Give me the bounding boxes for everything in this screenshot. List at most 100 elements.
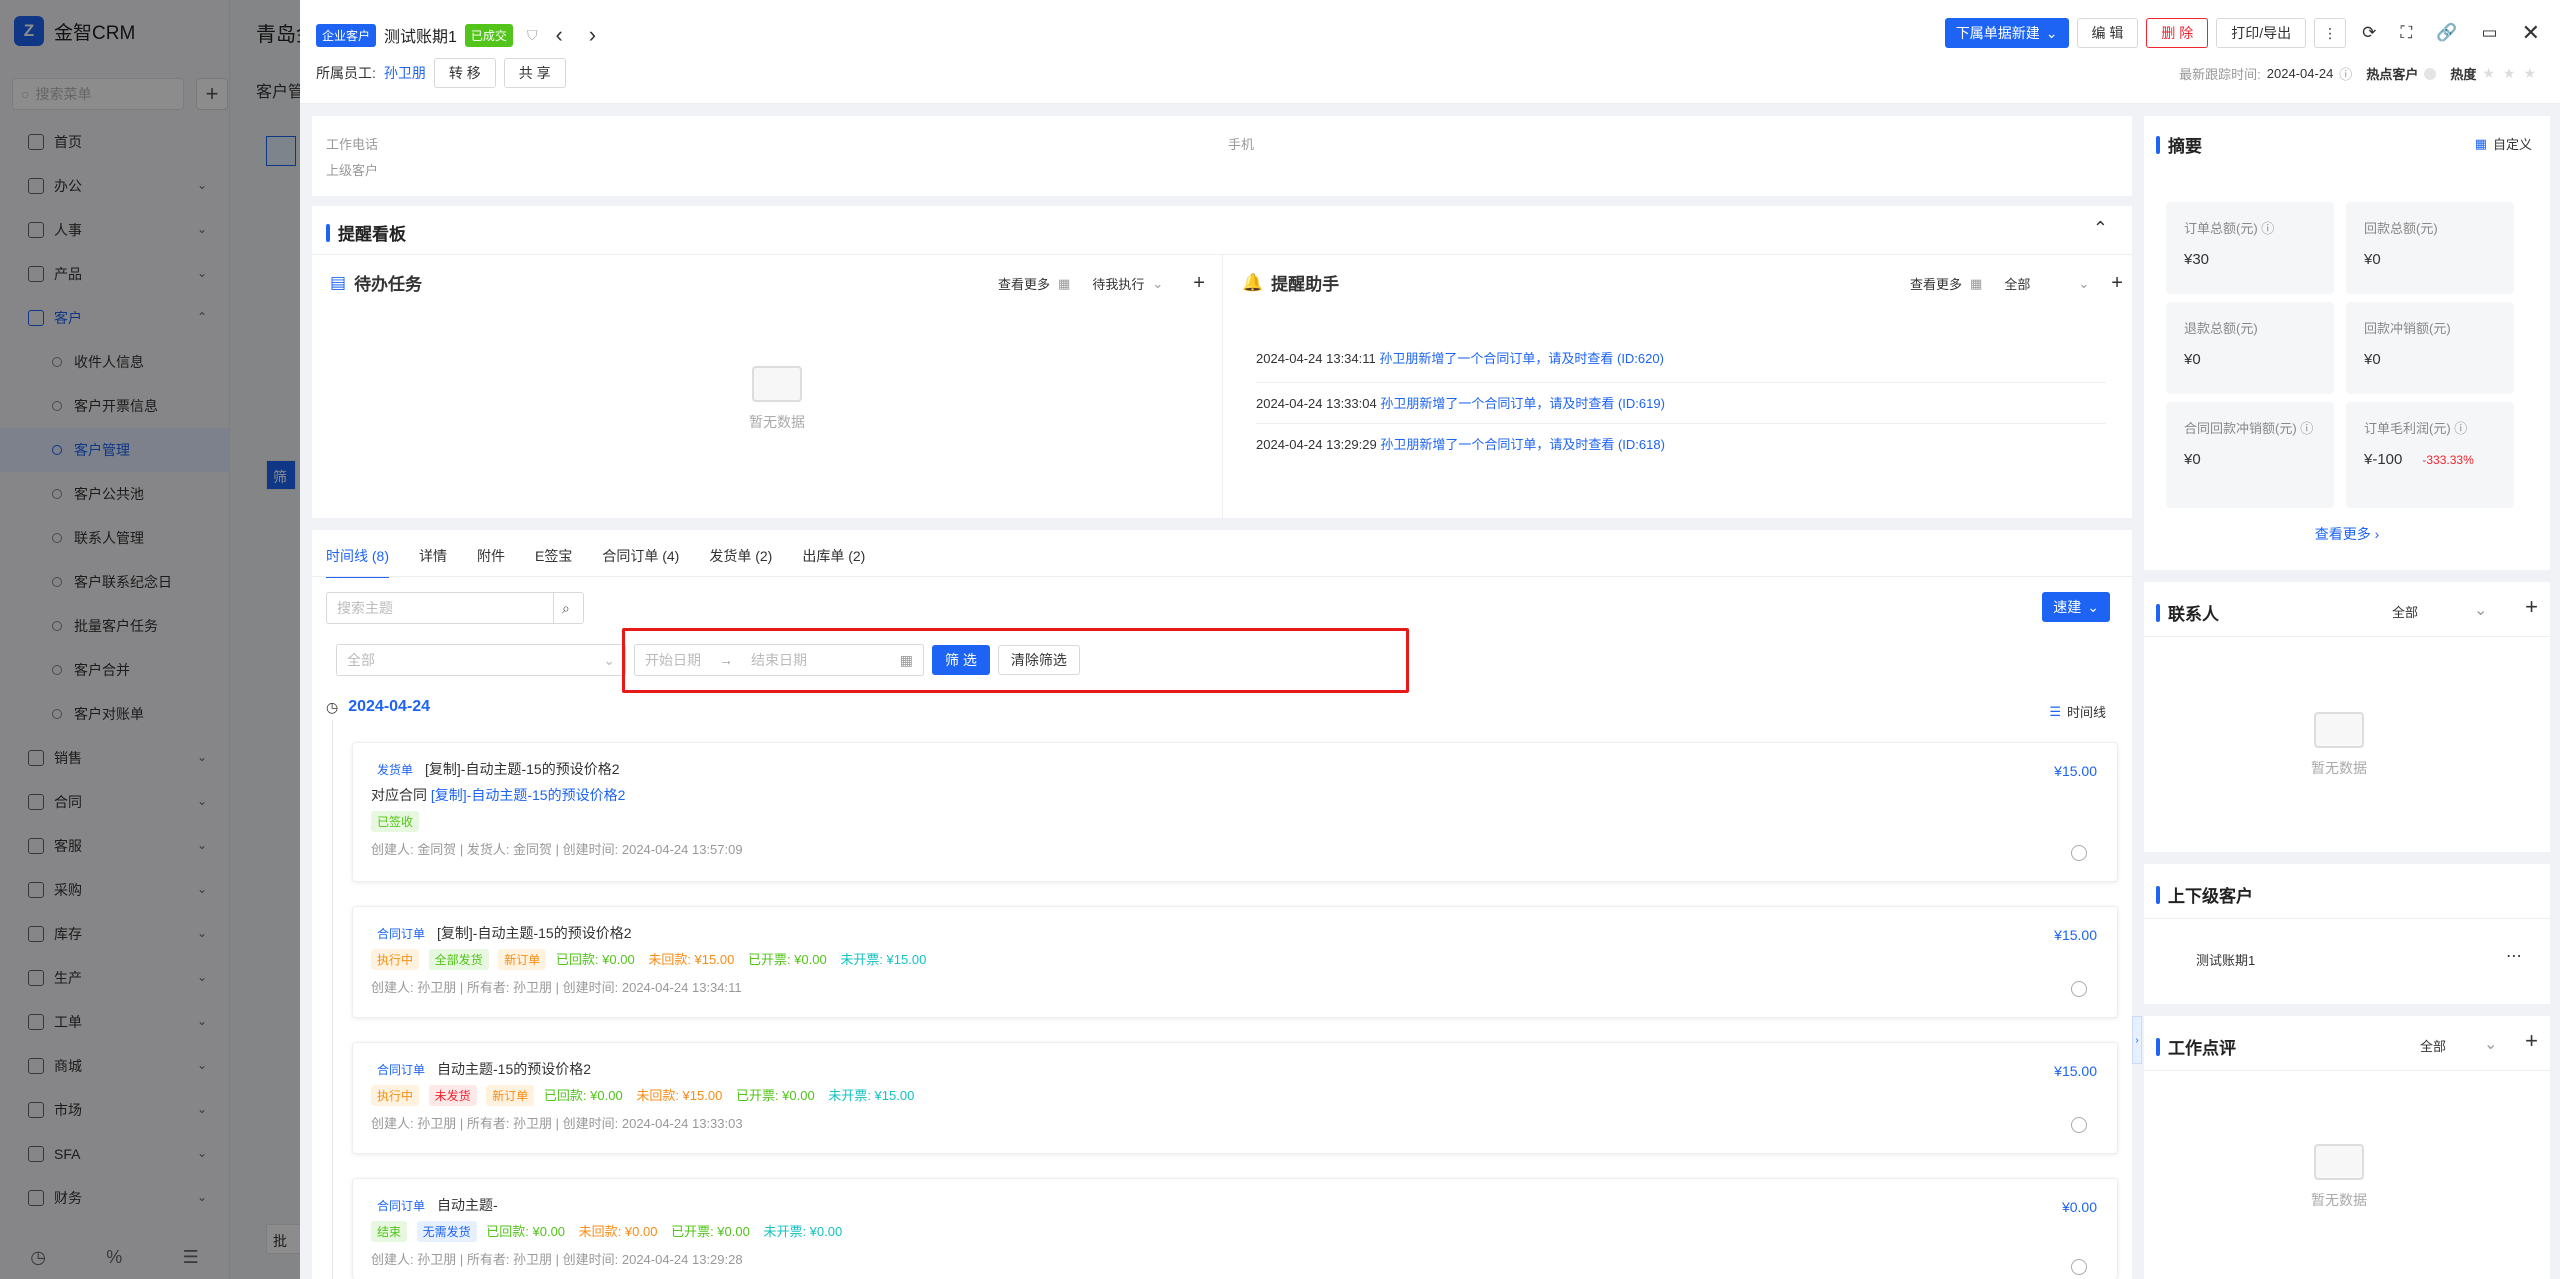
stat-value: ¥0: [2364, 351, 2381, 368]
add-contact-icon[interactable]: +: [2525, 594, 2538, 620]
chevron-down-icon: ⌄: [2078, 275, 2090, 291]
link-icon[interactable]: 🔗: [2436, 23, 2457, 43]
help-icon: ⓘ: [2339, 67, 2353, 82]
timeline-search: 搜索主题 ⌕: [326, 592, 584, 624]
chevron-right-icon: ›: [2374, 526, 2380, 542]
stat-value: ¥-100: [2364, 451, 2403, 468]
tab-esign[interactable]: E签宝: [535, 546, 572, 578]
contacts-empty-label: 暂无数据: [2311, 760, 2367, 776]
shield-icon[interactable]: ⛉: [527, 27, 538, 44]
fullscreen-icon[interactable]: ⛶: [2400, 23, 2412, 43]
assistant-filter-select[interactable]: 全部: [2004, 274, 2030, 293]
timeline-item[interactable]: 合同订单 [复制]-自动主题-15的预设价格2 执行中 全部发货 新订单 已回款:…: [352, 906, 2118, 1018]
timeline-item[interactable]: 合同订单 自动主题-15的预设价格2 执行中 未发货 新订单 已回款: ¥0.00…: [352, 1042, 2118, 1154]
comments-title: 工作点评: [2156, 1034, 2236, 1059]
contacts-filter-select[interactable]: 全部: [2392, 602, 2418, 621]
timeline-item[interactable]: 发货单 [复制]-自动主题-15的预设价格2 对应合同 [复制]-自动主题-15的…: [352, 742, 2118, 882]
topic-search-input[interactable]: 搜索主题: [326, 592, 554, 624]
item-title[interactable]: 自动主题-15的预设价格2: [437, 1061, 591, 1077]
type-select[interactable]: 全部 ⌄: [336, 644, 626, 676]
stat-label: 订单毛利润(元): [2364, 421, 2451, 436]
todo-header: ▤ 待办任务: [330, 270, 422, 295]
help-icon: ⓘ: [2454, 421, 2468, 436]
refresh-icon[interactable]: ⟳: [2362, 23, 2376, 43]
item-title[interactable]: [复制]-自动主题-15的预设价格2: [437, 925, 631, 941]
new-sub-document-button[interactable]: 下属单据新建 ⌄: [1944, 18, 2069, 48]
stat-value: ¥30: [2184, 251, 2210, 268]
notice-item[interactable]: 2024-04-24 13:34:11 孙卫朋新增了一个合同订单，请及时查看 (…: [1256, 342, 2106, 383]
panel-toggle-handle[interactable]: ›: [2132, 1016, 2142, 1064]
comment-icon[interactable]: [2071, 1117, 2087, 1133]
assistant-actions: 查看更多 ▦ 全部 ⌄ +: [1910, 272, 2123, 295]
owner-link[interactable]: 孙卫朋: [384, 63, 426, 83]
received-amount: 已回款: ¥0.00: [555, 952, 635, 967]
quick-create-button[interactable]: 速建 ⌄: [2042, 592, 2110, 622]
notice-text[interactable]: 孙卫朋新增了一个合同订单，请及时查看 (ID:618): [1380, 437, 1665, 452]
item-type-badge: 合同订单: [377, 1199, 426, 1213]
more-options-icon[interactable]: ⋯: [2506, 946, 2522, 966]
timeline-view-toggle[interactable]: ☰ 时间线: [2049, 702, 2106, 721]
assistant-more-link[interactable]: 查看更多: [1910, 274, 1962, 293]
calendar-icon[interactable]: ▦: [1970, 276, 1982, 292]
notice-item[interactable]: 2024-04-24 13:29:29 孙卫朋新增了一个合同订单，请及时查看 (…: [1256, 424, 2106, 465]
prev-record-icon[interactable]: ‹: [555, 22, 562, 48]
comment-icon[interactable]: [2071, 1259, 2087, 1275]
tab-outbound[interactable]: 出库单 (2): [802, 546, 865, 578]
more-options-icon[interactable]: ⋮: [2314, 18, 2347, 48]
tab-bar: 时间线 (8) 详情 附件 E签宝 合同订单 (4) 发货单 (2) 出库单 (…: [326, 546, 865, 578]
work-phone-label: 工作电话: [326, 137, 379, 152]
stat-card: 订单总额(元) ⓘ ¥30: [2166, 202, 2334, 294]
hot-toggle[interactable]: [2424, 67, 2437, 80]
item-amount: ¥15.00: [2054, 1063, 2097, 1079]
calendar-icon[interactable]: ▦: [1058, 276, 1070, 292]
add-comment-icon[interactable]: +: [2525, 1028, 2538, 1054]
new-sub-document-label: 下属单据新建: [1955, 25, 2040, 41]
uninvoiced-amount: 未开票: ¥0.00: [763, 1224, 843, 1239]
item-title[interactable]: 自动主题-: [437, 1197, 498, 1213]
unreceived-amount: 未回款: ¥15.00: [636, 1088, 723, 1103]
transfer-button[interactable]: 转 移: [433, 58, 496, 88]
print-export-button[interactable]: 打印/导出: [2216, 18, 2307, 48]
related-contract-link[interactable]: [复制]-自动主题-15的预设价格2: [431, 787, 625, 803]
search-icon[interactable]: ⌕: [554, 592, 584, 624]
add-reminder-icon[interactable]: +: [2111, 272, 2123, 295]
tab-contracts[interactable]: 合同订单 (4): [602, 546, 679, 578]
tab-timeline[interactable]: 时间线 (8): [326, 546, 389, 578]
item-title[interactable]: [复制]-自动主题-15的预设价格2: [425, 761, 619, 777]
save-icon[interactable]: ▭: [2482, 23, 2498, 43]
todo-more-link[interactable]: 查看更多: [998, 274, 1050, 293]
tab-attachments[interactable]: 附件: [477, 546, 505, 578]
add-todo-icon[interactable]: +: [1193, 272, 1205, 295]
relations-card: 上下级客户 测试账期1 ⋯: [2144, 864, 2550, 1004]
tab-shipments[interactable]: 发货单 (2): [709, 546, 772, 578]
share-button[interactable]: 共 享: [503, 58, 566, 88]
delete-button[interactable]: 删 除: [2146, 18, 2209, 48]
heat-label: 热度: [2450, 67, 2477, 82]
quick-create-label: 速建: [2053, 599, 2082, 615]
tab-details[interactable]: 详情: [419, 546, 447, 578]
todo-filter-select[interactable]: 待我执行: [1092, 274, 1144, 293]
next-record-icon[interactable]: ›: [589, 22, 596, 48]
notice-item[interactable]: 2024-04-24 13:33:04 孙卫朋新增了一个合同订单，请及时查看 (…: [1256, 383, 2106, 424]
item-type-badge: 发货单: [377, 763, 414, 777]
summary-more-link[interactable]: 查看更多 ›: [2144, 524, 2550, 544]
comments-filter-select[interactable]: 全部: [2420, 1036, 2446, 1055]
comment-icon[interactable]: [2071, 981, 2087, 997]
edit-button[interactable]: 编 辑: [2076, 18, 2139, 48]
summary-title: 摘要: [2156, 132, 2202, 157]
stat-label: 回款总额(元): [2364, 221, 2438, 236]
relation-item[interactable]: 测试账期1: [2196, 950, 2255, 969]
received-amount: 已回款: ¥0.00: [486, 1224, 566, 1239]
remind-board: 提醒看板 ⌃ ▤ 待办任务 查看更多 ▦ 待我执行 ⌄ + 暂无数据 �: [312, 206, 2132, 518]
customize-button[interactable]: ▦ 自定义: [2475, 134, 2532, 153]
parent-customer-label: 上级客户: [326, 163, 379, 178]
timeline-item[interactable]: 合同订单 自动主题- 结束 无需发货 已回款: ¥0.00 未回款: ¥0.00 …: [352, 1178, 2118, 1279]
heat-stars[interactable]: ★★★: [2482, 65, 2544, 82]
notice-text[interactable]: 孙卫朋新增了一个合同订单，请及时查看 (ID:619): [1380, 396, 1665, 411]
item-meta: 创建人: 金同贺 | 发货人: 金同贺 | 创建时间: 2024-04-24 1…: [371, 842, 743, 857]
todo-empty-label: 暂无数据: [749, 414, 805, 430]
notice-text[interactable]: 孙卫朋新增了一个合同订单，请及时查看 (ID:620): [1379, 351, 1664, 366]
collapse-icon[interactable]: ⌃: [2093, 218, 2108, 239]
comment-icon[interactable]: [2071, 845, 2087, 861]
close-icon[interactable]: ✕: [2522, 20, 2540, 46]
